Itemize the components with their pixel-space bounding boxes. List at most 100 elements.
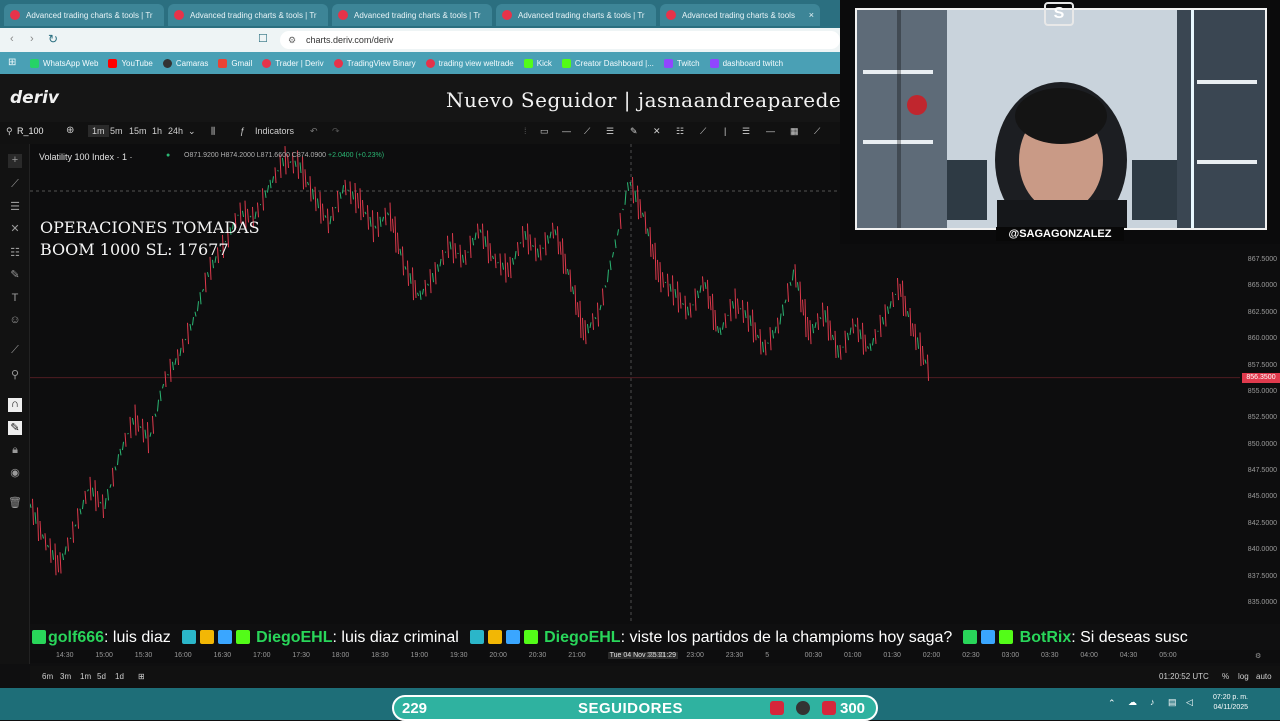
redo-icon[interactable]: ↷	[332, 126, 340, 137]
parallel-lines-icon[interactable]: ☰	[606, 126, 614, 137]
candle	[923, 346, 924, 365]
text-icon[interactable]: T	[8, 292, 22, 306]
browser-tab[interactable]: Advanced trading charts & tools | Tr	[332, 4, 492, 26]
zoom-icon[interactable]: ⚲	[8, 368, 22, 382]
browser-tab-active[interactable]: Advanced trading charts & tools×	[660, 4, 820, 26]
ruler-icon[interactable]: ⟋	[8, 344, 22, 358]
ray-icon[interactable]: ⟋	[814, 126, 820, 137]
candle	[268, 185, 269, 192]
back-icon[interactable]: ‹	[10, 33, 14, 45]
lock-icon[interactable]: 🔒︎	[8, 444, 22, 458]
url-field[interactable]: ⚙ charts.deriv.com/deriv	[280, 31, 840, 49]
network-icon[interactable]: ▤	[1168, 697, 1177, 708]
bookmark-item[interactable]: WhatsApp Web	[30, 59, 98, 68]
bookmark-label: trading view weltrade	[439, 59, 514, 68]
bookmark-icon[interactable]: ☐	[258, 32, 268, 45]
percent-toggle[interactable]: %	[1222, 672, 1229, 681]
rectangle-tool-icon[interactable]: ▭	[540, 126, 549, 137]
bookmark-item[interactable]: TradingView Binary	[334, 59, 416, 68]
time-tick-label: 15:30	[135, 652, 153, 659]
candle	[485, 236, 486, 247]
cloud-icon[interactable]: ☁	[1128, 697, 1137, 708]
add-symbol-icon[interactable]: ⊕	[66, 125, 74, 136]
time-axis[interactable]: 14:3015:0015:3016:0016:3017:0017:3018:00…	[30, 650, 1280, 663]
line-tool-icon[interactable]: ⟋	[8, 178, 22, 192]
candle	[540, 245, 541, 261]
range-1m[interactable]: 1m	[80, 672, 91, 681]
pitchfork-icon[interactable]: ✕	[8, 222, 22, 236]
trend-line-icon[interactable]: ⟋	[584, 126, 590, 137]
utc-clock[interactable]: 01:20:52 UTC	[1159, 672, 1209, 681]
time-tick-label: 00:30	[805, 652, 823, 659]
brush-icon[interactable]: ✎	[8, 268, 22, 282]
bookmark-item[interactable]: YouTube	[108, 59, 152, 68]
fib-icon[interactable]: ☷	[8, 246, 22, 260]
site-info-icon[interactable]: ⚙	[288, 31, 296, 49]
apps-grid-icon[interactable]: ⊞	[8, 57, 16, 68]
tray-expand-icon[interactable]: ⌃	[1108, 698, 1116, 709]
browser-tab[interactable]: Advanced trading charts & tools | Tr	[168, 4, 328, 26]
range-1d[interactable]: 1d	[115, 672, 124, 681]
browser-tab[interactable]: Advanced trading charts & tools | Tr	[4, 4, 164, 26]
timeframe-1m[interactable]: 1m	[88, 125, 109, 137]
candle	[263, 188, 264, 210]
go-to-date-icon[interactable]: ⊞	[138, 672, 145, 681]
stay-drawing-icon[interactable]: ✎	[8, 421, 22, 435]
timeframe-5m[interactable]: 5m	[110, 126, 123, 136]
range-3m[interactable]: 3m	[60, 672, 71, 681]
indicators-icon[interactable]: ƒ	[240, 126, 245, 136]
indicators-button[interactable]: Indicators	[255, 126, 294, 136]
brush-icon[interactable]: ⟋	[700, 126, 706, 137]
bookmark-item[interactable]: Twitch	[664, 59, 700, 68]
candle	[65, 546, 66, 554]
crosshair-icon[interactable]: +	[8, 154, 22, 168]
grid-icon[interactable]: ▦	[790, 126, 799, 137]
search-icon[interactable]: ⚲	[6, 126, 13, 137]
candle	[715, 310, 716, 331]
bookmark-item[interactable]: trading view weltrade	[426, 59, 514, 68]
candle	[503, 263, 504, 270]
reload-icon[interactable]: ↻	[48, 32, 58, 46]
symbol-search[interactable]: R_100	[17, 126, 44, 136]
range-6m[interactable]: 6m	[42, 672, 53, 681]
range-5d[interactable]: 5d	[97, 672, 106, 681]
bookmark-item[interactable]: dashboard twitch	[710, 59, 783, 68]
chart-type-icon[interactable]: ⫼	[211, 126, 215, 137]
undo-icon[interactable]: ↶	[310, 126, 318, 137]
horizontal-line-icon[interactable]: —	[766, 126, 775, 136]
magnet-icon[interactable]: ∩	[8, 398, 22, 412]
vertical-line-icon[interactable]: |	[724, 126, 726, 136]
bookmark-item[interactable]: Creator Dashboard |...	[562, 59, 654, 68]
emoji-icon[interactable]: ☺	[8, 314, 22, 328]
auto-toggle[interactable]: auto	[1256, 672, 1272, 681]
bookmark-item[interactable]: Kick	[524, 59, 552, 68]
pattern-tool-icon[interactable]: ✕	[653, 126, 661, 137]
fib-tool-icon[interactable]: ☷	[676, 126, 684, 137]
eye-icon[interactable]: ◉	[8, 466, 22, 480]
candle	[805, 299, 806, 337]
pencil-tool-icon[interactable]: ✎	[630, 126, 638, 137]
gmail-icon	[218, 59, 227, 68]
bookmark-item[interactable]: Camaras	[163, 59, 208, 68]
log-toggle[interactable]: log	[1238, 672, 1249, 681]
settings-lines-icon[interactable]: ☰	[742, 126, 750, 137]
deriv-logo[interactable]: deriv	[10, 88, 59, 108]
volume-icon[interactable]: ◁	[1186, 697, 1193, 708]
close-tab-icon[interactable]: ×	[809, 10, 814, 20]
forward-icon[interactable]: ›	[30, 33, 34, 45]
trash-icon[interactable]: 🗑︎	[8, 496, 22, 510]
chevron-down-icon[interactable]: ⌄	[188, 126, 196, 137]
browser-tab[interactable]: Advanced trading charts & tools | Tr	[496, 4, 656, 26]
axis-settings-icon[interactable]: ⚙	[1255, 652, 1261, 660]
system-clock[interactable]: 07:20 p. m. 04/11/2025	[1208, 693, 1248, 713]
timeframe-15m[interactable]: 15m	[129, 126, 147, 136]
timeframe-1h[interactable]: 1h	[152, 126, 162, 136]
bookmark-item[interactable]: Trader | Deriv	[262, 59, 323, 68]
bookmark-item[interactable]: Gmail	[218, 59, 252, 68]
timeframe-24h[interactable]: 24h	[168, 126, 183, 136]
tab-title: Advanced trading charts & tools | Tr	[518, 11, 645, 20]
channel-tool-icon[interactable]: ☰	[8, 200, 22, 214]
microphone-icon[interactable]: ♪	[1150, 697, 1155, 707]
horizontal-ray-icon[interactable]: —	[562, 126, 571, 136]
candle	[188, 323, 189, 344]
